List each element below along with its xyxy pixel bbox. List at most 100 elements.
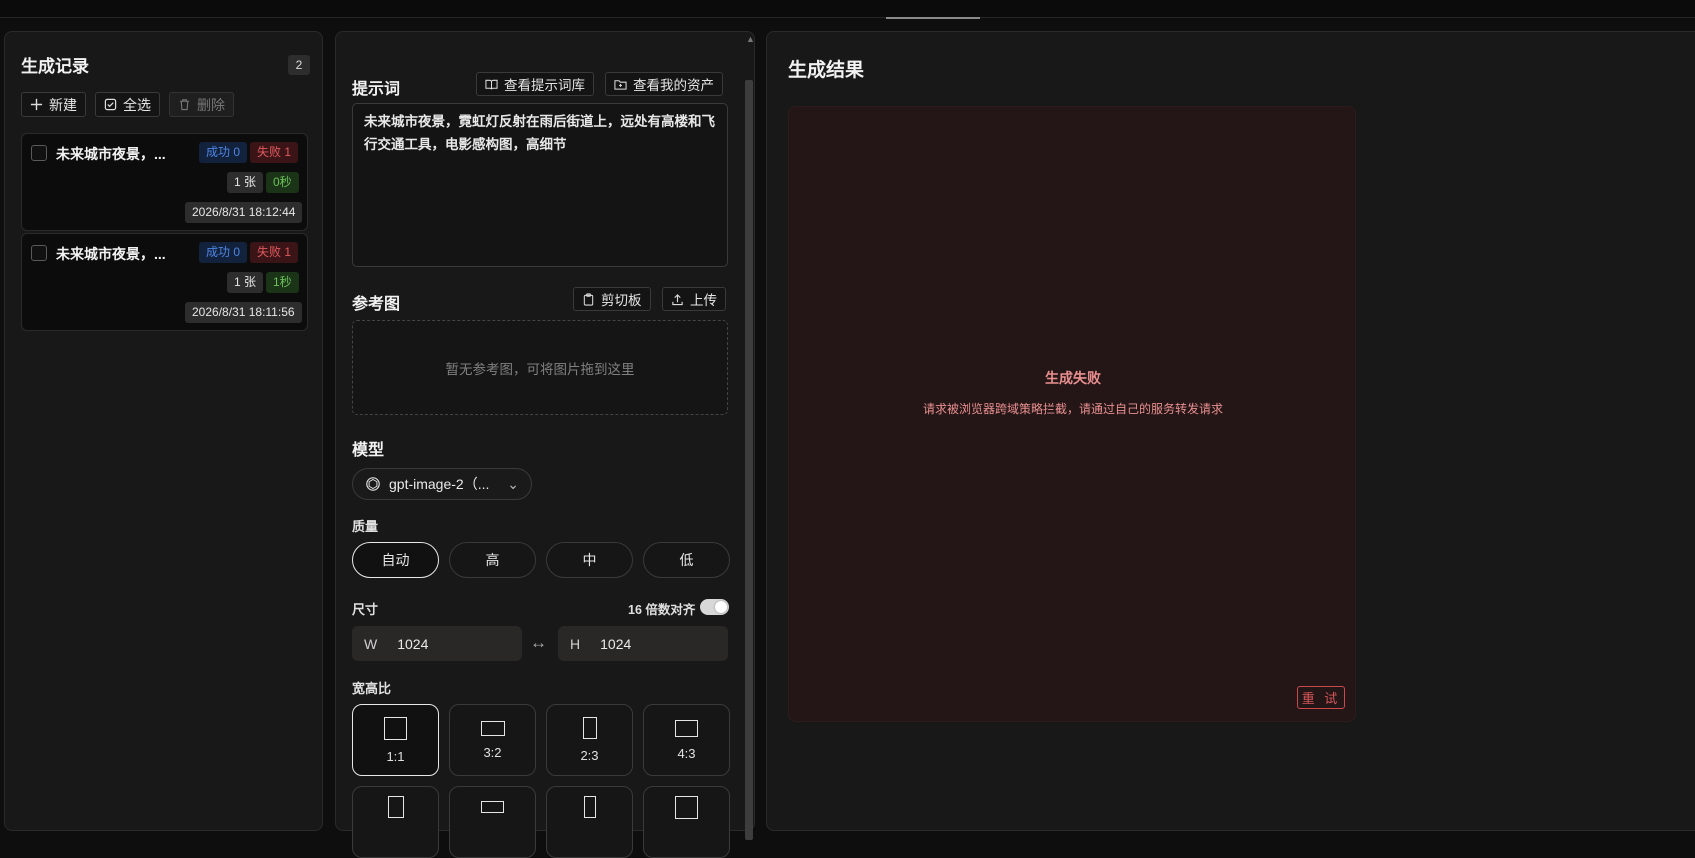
size-title: 尺寸 — [352, 602, 379, 617]
aspect-option-3-2[interactable]: 3:2 — [449, 704, 536, 776]
settings-panel: ▲ 提示词 查看提示词库 查看我的资产 未来城市夜景，霓虹灯反射在雨后街道上，远… — [335, 31, 755, 858]
landscape-ratio-icon — [480, 720, 505, 736]
quality-option-medium[interactable]: 中 — [546, 542, 633, 578]
scroll-up-arrow[interactable]: ▲ — [746, 34, 755, 44]
history-actions: 新建 全选 删除 — [21, 92, 234, 117]
height-value: 1024 — [600, 635, 632, 652]
book-open-icon — [485, 79, 498, 89]
my-assets-label: 查看我的资产 — [633, 78, 714, 93]
portrait-ratio-icon — [582, 717, 597, 739]
trash-icon — [179, 99, 190, 111]
record-title: 未来城市夜景，... — [56, 246, 166, 262]
height-field[interactable]: H 1024 — [558, 626, 728, 661]
record-checkbox[interactable] — [31, 145, 47, 161]
quality-option-high[interactable]: 高 — [449, 542, 536, 578]
fail-count-tag: 失败 1 — [250, 142, 299, 163]
quality-title: 质量 — [352, 519, 379, 534]
settings-scrollbar[interactable] — [745, 80, 753, 840]
aspect-option-2-3[interactable]: 2:3 — [546, 704, 633, 776]
width-label: W — [364, 635, 378, 652]
clipboard-label: 剪切板 — [601, 293, 642, 308]
check-square-icon — [104, 98, 117, 111]
record-checkbox[interactable] — [31, 245, 47, 261]
new-button[interactable]: 新建 — [21, 92, 86, 117]
aspect-option-wide[interactable] — [449, 786, 536, 858]
record-timestamp: 2026/8/31 18:12:44 — [185, 202, 303, 223]
tall-ratio-icon — [583, 796, 596, 818]
quality-options: 自动 高 中 低 — [352, 542, 730, 578]
upload-icon — [672, 293, 683, 305]
aspect-ratio-grid: 1:1 3:2 2:3 4:3 — [352, 704, 730, 858]
openai-icon — [366, 477, 380, 491]
plus-icon — [30, 98, 43, 111]
square-ratio-icon — [675, 795, 698, 819]
delete-button[interactable]: 删除 — [169, 92, 234, 117]
aspect-title: 宽高比 — [352, 681, 392, 696]
results-title: 生成结果 — [788, 60, 865, 81]
reference-drop-zone[interactable]: 暂无参考图，可将图片拖到这里 — [352, 320, 728, 415]
results-panel: 生成结果 生成失败 请求被浏览器跨域策略拦截，请通过自己的服务转发请求 重 试 — [766, 31, 1695, 831]
history-record[interactable]: 未来城市夜景，... 成功 0 失败 1 1 张 1秒 2026/8/31 18… — [21, 233, 308, 331]
select-all-label: 全选 — [123, 96, 151, 113]
duration-tag: 1秒 — [266, 272, 299, 293]
aspect-option-square-alt[interactable] — [643, 786, 730, 858]
folder-icon — [614, 79, 627, 90]
width-field[interactable]: W 1024 — [352, 626, 522, 661]
chevron-down-icon: ⌄ — [507, 475, 519, 492]
new-button-label: 新建 — [49, 96, 77, 113]
prompt-textarea[interactable]: 未来城市夜景，霓虹灯反射在雨后街道上，远处有高楼和飞行交通工具，电影感构图，高细… — [352, 103, 728, 267]
wide-ratio-icon — [481, 801, 504, 813]
history-title: 生成记录 — [21, 57, 89, 76]
clipboard-button[interactable]: 剪切板 — [573, 287, 651, 311]
history-record[interactable]: 未来城市夜景，... 成功 0 失败 1 1 张 0秒 2026/8/31 18… — [21, 133, 308, 231]
record-timestamp: 2026/8/31 18:11:56 — [185, 302, 302, 323]
fail-count-tag: 失败 1 — [250, 242, 299, 263]
quality-option-low[interactable]: 低 — [643, 542, 730, 578]
align-toggle-label: 16 倍数对齐 — [628, 603, 696, 617]
aspect-label: 2:3 — [580, 748, 599, 763]
aspect-option-portrait[interactable] — [352, 786, 439, 858]
failed-result-card: 生成失败 请求被浏览器跨域策略拦截，请通过自己的服务转发请求 重 试 — [788, 106, 1356, 722]
prompt-library-button[interactable]: 查看提示词库 — [476, 72, 594, 96]
image-count-tag: 1 张 — [227, 272, 264, 293]
model-selected-value: gpt-image-2（... — [389, 476, 490, 492]
align-toggle[interactable] — [700, 599, 729, 615]
my-assets-button[interactable]: 查看我的资产 — [605, 72, 723, 96]
fail-title: 生成失败 — [1045, 370, 1101, 386]
upload-label: 上传 — [690, 293, 717, 308]
aspect-option-tall[interactable] — [546, 786, 633, 858]
history-count-badge: 2 — [288, 55, 310, 75]
square-ratio-icon — [384, 716, 407, 740]
image-count-tag: 1 张 — [227, 172, 264, 193]
fail-message: 请求被浏览器跨域策略拦截，请通过自己的服务转发请求 — [922, 402, 1223, 416]
prompt-title: 提示词 — [352, 81, 401, 98]
drop-zone-placeholder: 暂无参考图，可将图片拖到这里 — [445, 361, 635, 377]
height-label: H — [570, 635, 581, 652]
model-select[interactable]: gpt-image-2（... ⌄ — [352, 468, 532, 500]
swap-icon[interactable]: ↔ — [530, 633, 547, 653]
upload-button[interactable]: 上传 — [662, 287, 726, 311]
active-tab-indicator — [886, 17, 980, 19]
model-title: 模型 — [352, 442, 385, 459]
portrait-ratio-icon — [387, 796, 404, 818]
history-panel: 生成记录 2 新建 全选 删除 未来城市夜景，... 成功 0 失败 1 1 张… — [4, 31, 323, 831]
record-title: 未来城市夜景，... — [56, 146, 166, 162]
delete-label: 删除 — [197, 96, 225, 113]
aspect-label: 4:3 — [677, 745, 696, 761]
select-all-button[interactable]: 全选 — [95, 92, 160, 117]
success-count-tag: 成功 0 — [199, 242, 248, 263]
aspect-option-4-3[interactable]: 4:3 — [643, 704, 730, 776]
quality-option-auto[interactable]: 自动 — [352, 542, 439, 578]
top-bar — [0, 0, 1695, 19]
aspect-label: 1:1 — [386, 748, 405, 764]
clipboard-icon — [583, 292, 594, 306]
prompt-library-label: 查看提示词库 — [504, 78, 585, 93]
aspect-option-1-1[interactable]: 1:1 — [352, 704, 439, 776]
retry-button[interactable]: 重 试 — [1297, 686, 1345, 709]
aspect-label: 3:2 — [483, 744, 502, 760]
landscape-ratio-icon — [675, 719, 698, 737]
width-value: 1024 — [397, 635, 429, 652]
reference-title: 参考图 — [352, 296, 401, 313]
success-count-tag: 成功 0 — [199, 142, 248, 163]
duration-tag: 0秒 — [266, 172, 299, 193]
